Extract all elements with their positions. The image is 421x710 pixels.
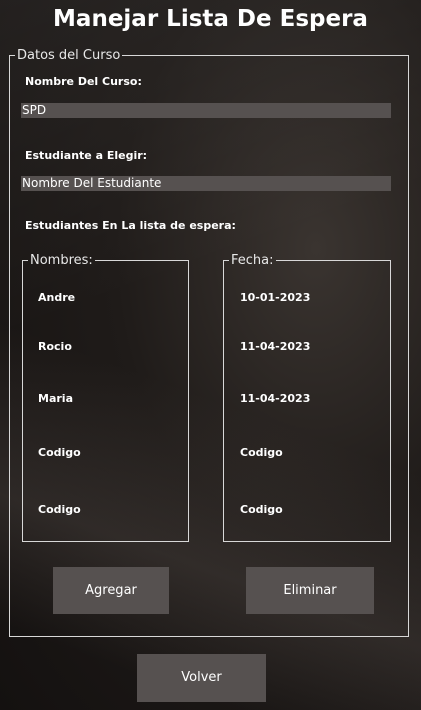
name-item[interactable]: Codigo xyxy=(38,503,81,516)
student-name-field[interactable]: Nombre Del Estudiante xyxy=(21,176,391,191)
add-button[interactable]: Agregar xyxy=(53,567,169,614)
name-item[interactable]: Maria xyxy=(38,392,73,405)
name-item[interactable]: Andre xyxy=(38,291,75,304)
date-item[interactable]: 10-01-2023 xyxy=(240,291,310,304)
names-legend: Nombres: xyxy=(30,253,93,268)
remove-button[interactable]: Eliminar xyxy=(246,567,374,614)
date-item[interactable]: Codigo xyxy=(240,503,283,516)
course-name-label: Nombre Del Curso: xyxy=(25,75,142,88)
name-item[interactable]: Codigo xyxy=(38,446,81,459)
page-title: Manejar Lista De Espera xyxy=(53,6,368,32)
course-data-legend: Datos del Curso xyxy=(17,48,121,63)
back-button[interactable]: Volver xyxy=(137,654,266,702)
name-item[interactable]: Rocio xyxy=(38,340,72,353)
waitlist-label: Estudiantes En La lista de espera: xyxy=(25,219,236,232)
course-name-field[interactable]: SPD xyxy=(21,103,391,118)
dates-legend: Fecha: xyxy=(231,253,274,268)
student-label: Estudiante a Elegir: xyxy=(25,149,148,162)
date-item[interactable]: 11-04-2023 xyxy=(240,392,310,405)
date-item[interactable]: Codigo xyxy=(240,446,283,459)
date-item[interactable]: 11-04-2023 xyxy=(240,340,310,353)
